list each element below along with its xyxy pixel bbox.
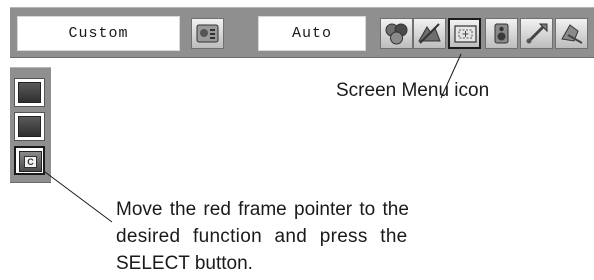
image-adjust-icon[interactable] bbox=[191, 18, 224, 49]
instruction-line-2: desired function and press the bbox=[116, 226, 408, 247]
setting-field-value: Auto bbox=[291, 25, 332, 42]
screen-option-1[interactable] bbox=[14, 78, 45, 107]
instruction-line-1: Move the red frame pointer to the bbox=[116, 199, 409, 220]
color-adjust-icon[interactable] bbox=[380, 18, 413, 49]
instruction-line-3: SELECT button. bbox=[116, 253, 253, 274]
mode-field[interactable]: Custom bbox=[17, 16, 180, 51]
instruction-text: Move the red frame pointer to the desire… bbox=[116, 196, 496, 277]
setting-field[interactable]: Auto bbox=[258, 16, 366, 51]
screen-option-icon bbox=[18, 82, 41, 103]
screen-menu-icon-label: Screen Menu icon bbox=[336, 80, 490, 101]
main-menu-bar: Custom Auto bbox=[10, 7, 594, 58]
screen-submenu-column: C bbox=[10, 67, 51, 183]
extended-icon[interactable] bbox=[555, 18, 588, 49]
sound-icon[interactable] bbox=[485, 18, 518, 49]
custom-screen-option[interactable]: C bbox=[14, 146, 45, 175]
setting-icon[interactable] bbox=[520, 18, 553, 49]
screen-menu-icon[interactable] bbox=[448, 18, 481, 49]
custom-glyph-icon: C bbox=[24, 155, 37, 168]
screen-option-2[interactable] bbox=[14, 112, 45, 141]
image-select-icon[interactable] bbox=[413, 18, 446, 49]
screen-option-icon bbox=[18, 116, 41, 137]
pointer-callout-line bbox=[44, 171, 113, 223]
custom-screen-icon: C bbox=[19, 151, 42, 172]
screen-menu-diagram: Custom Auto C Screen Menu icon Move the … bbox=[0, 0, 594, 280]
mode-field-value: Custom bbox=[68, 25, 129, 42]
